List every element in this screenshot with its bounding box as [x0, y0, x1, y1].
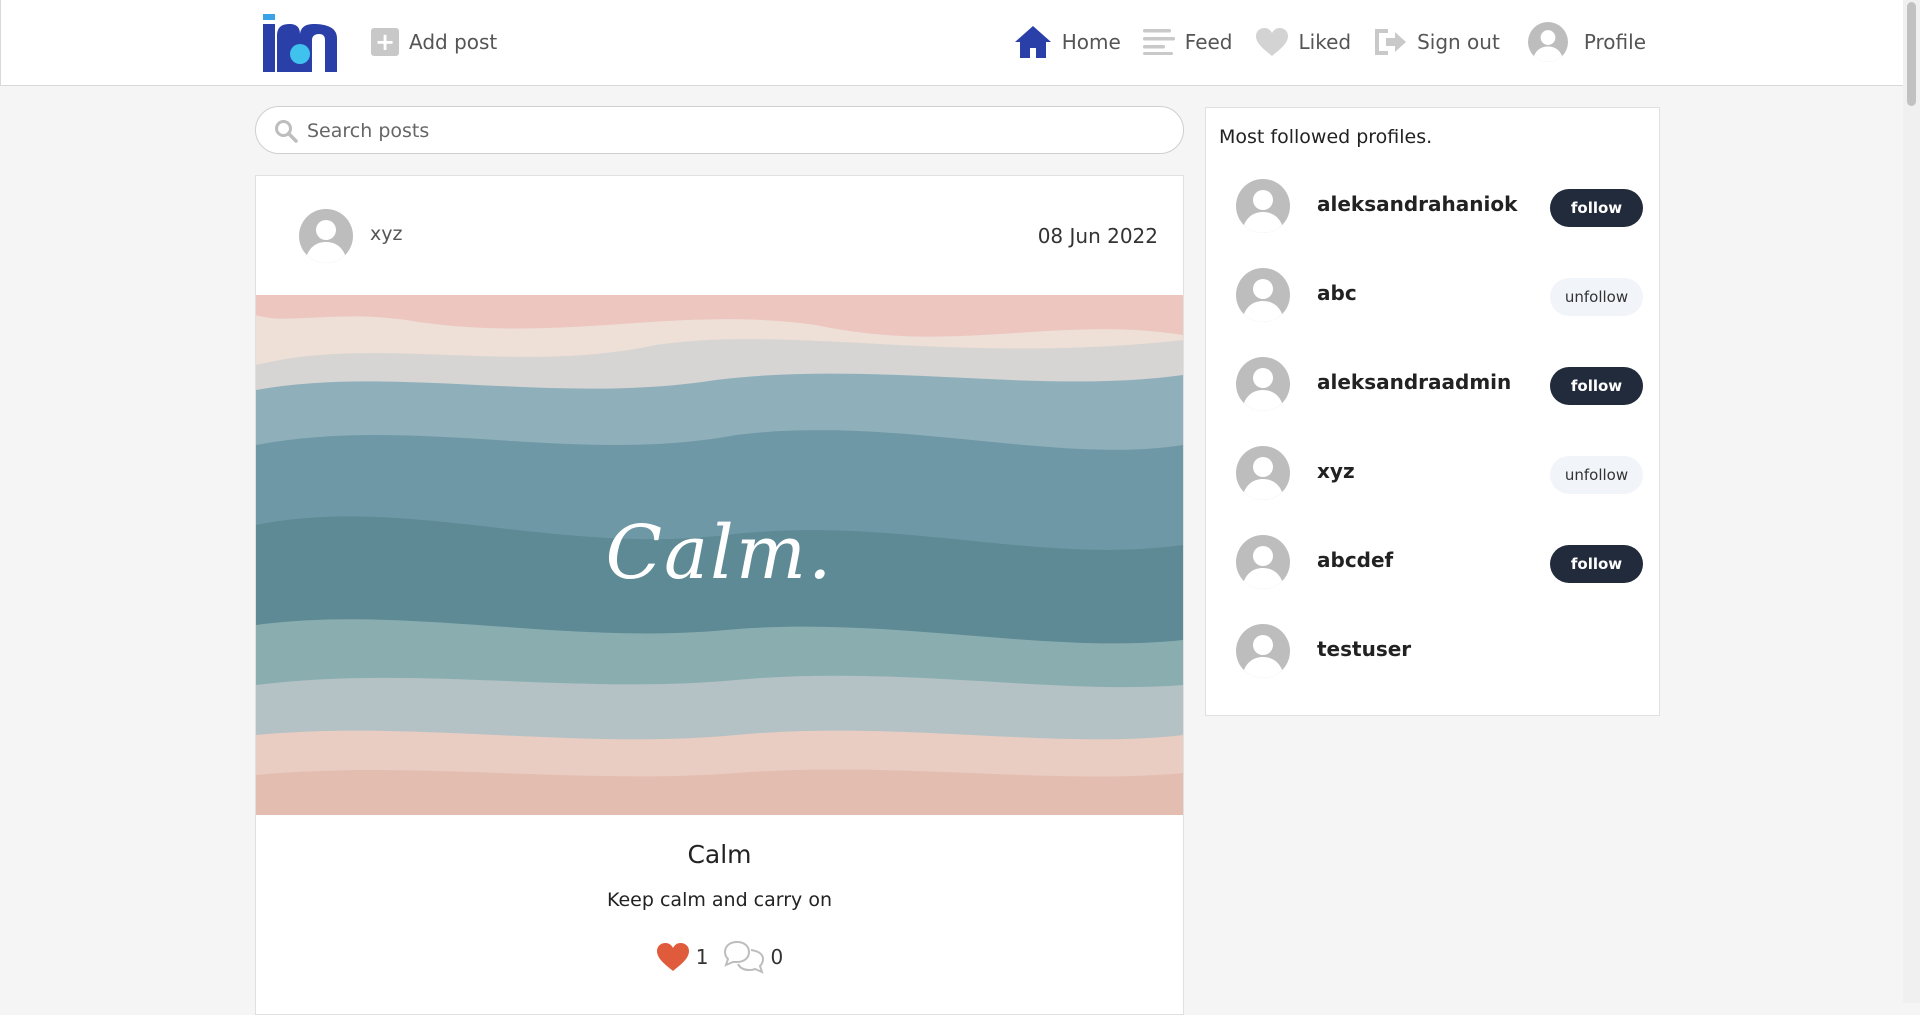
add-post-button[interactable]: + Add post: [371, 28, 497, 56]
top-navbar: + Add post Home Feed Liked Sign out Prof…: [0, 0, 1903, 86]
nav-liked-label: Liked: [1298, 30, 1352, 54]
profile-name[interactable]: xyz: [1317, 459, 1355, 483]
profile-avatar[interactable]: [1236, 446, 1290, 500]
profile-avatar[interactable]: [1236, 357, 1290, 411]
page-scrollbar[interactable]: [1903, 0, 1920, 1003]
nav-feed-label: Feed: [1184, 30, 1233, 54]
nav-menu: Home Feed Liked Sign out Profile: [992, 22, 1646, 62]
feed-icon: [1142, 29, 1175, 55]
profile-name[interactable]: aleksandraadmin: [1317, 370, 1511, 394]
profile-avatar-icon: [1527, 22, 1568, 62]
profile-row: abc unfollow: [1206, 268, 1659, 324]
heart-icon: [656, 943, 689, 971]
heart-icon: [1255, 28, 1288, 56]
comment-icon: [723, 940, 764, 974]
profile-row: aleksandrahaniok follow: [1206, 179, 1659, 235]
like-count: 1: [695, 945, 709, 969]
nav-sign-out[interactable]: Sign out: [1373, 27, 1500, 57]
like-button[interactable]: 1: [656, 942, 709, 972]
nav-sign-out-label: Sign out: [1417, 30, 1500, 54]
profile-name[interactable]: testuser: [1317, 637, 1411, 661]
search-icon: [275, 120, 298, 143]
profile-row: abcdef follow: [1206, 535, 1659, 591]
profile-avatar[interactable]: [1236, 179, 1290, 233]
follow-button[interactable]: follow: [1550, 367, 1643, 405]
profile-avatar[interactable]: [1236, 535, 1290, 589]
comment-count: 0: [770, 945, 784, 969]
profile-row: xyz unfollow: [1206, 446, 1659, 502]
post-author-avatar[interactable]: [299, 209, 353, 263]
nav-home-label: Home: [1061, 30, 1121, 54]
unfollow-button[interactable]: unfollow: [1550, 278, 1643, 316]
post-description: Keep calm and carry on: [606, 889, 833, 911]
nav-profile-label: Profile: [1583, 30, 1646, 54]
nav-home[interactable]: Home: [1014, 25, 1121, 59]
nav-profile[interactable]: Profile: [1527, 22, 1646, 62]
nav-feed[interactable]: Feed: [1142, 29, 1233, 55]
post-stats: 1 0: [256, 940, 1183, 974]
profile-avatar[interactable]: [1236, 624, 1290, 678]
post-author-name[interactable]: xyz: [370, 223, 402, 245]
comment-button[interactable]: 0: [723, 940, 784, 974]
unfollow-button[interactable]: unfollow: [1550, 456, 1643, 494]
nav-liked[interactable]: Liked: [1255, 27, 1352, 57]
plus-icon: +: [371, 28, 399, 56]
post-title: Calm: [687, 840, 752, 869]
follow-button[interactable]: follow: [1550, 545, 1643, 583]
profile-name[interactable]: abcdef: [1317, 548, 1393, 572]
search-bar[interactable]: [255, 106, 1184, 155]
sign-out-icon: [1375, 29, 1407, 55]
post-date: 08 Jun 2022: [1037, 224, 1158, 248]
post-card: xyz 08 Jun 2022 Calm. Calm Keep calm and…: [255, 175, 1184, 1015]
post-image-caption: Calm.: [605, 510, 834, 596]
profile-name[interactable]: aleksandrahaniok: [1317, 192, 1517, 216]
profile-row: aleksandraadmin follow: [1206, 357, 1659, 413]
profile-row: testuser: [1206, 624, 1659, 680]
app-logo[interactable]: [263, 14, 337, 72]
most-followed-panel: Most followed profiles. aleksandrahaniok…: [1205, 107, 1660, 716]
home-icon: [1014, 26, 1051, 58]
profile-avatar[interactable]: [1236, 268, 1290, 322]
scrollbar-thumb[interactable]: [1907, 2, 1916, 106]
profile-name[interactable]: abc: [1317, 281, 1357, 305]
follow-button[interactable]: follow: [1550, 189, 1643, 227]
sidebar-title: Most followed profiles.: [1219, 126, 1433, 148]
add-post-label: Add post: [409, 30, 498, 54]
post-image[interactable]: Calm.: [256, 295, 1183, 815]
search-input[interactable]: [305, 107, 1169, 155]
